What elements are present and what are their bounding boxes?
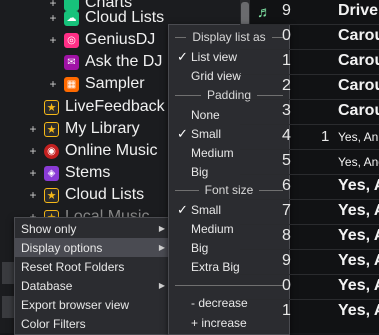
tree-item-cloud-lists-2[interactable]: + ★ Cloud Lists [28,184,144,206]
cloud-folder-icon: ☁ [64,10,79,26]
row-number: 9 [282,2,291,19]
track-title: Carou [338,77,379,94]
expand-icon[interactable]: + [48,33,58,47]
checkmark-icon: ✓ [177,125,188,141]
tree-item-label: Cloud Lists [85,9,165,26]
menu-item-label: Reset Root Folders [21,259,125,274]
track-title: Yes, An [338,130,379,144]
tree-item-geniusdj[interactable]: + ◎ GeniusDJ [48,29,155,51]
stems-icon: ◈ [44,165,59,181]
row-number: 8 [282,227,291,244]
row-number: 3 [282,102,291,119]
menu-item-display-options[interactable]: Display options ▶ [15,238,169,257]
row-number: 7 [282,202,291,219]
option-label: + increase [191,315,247,330]
row-number: 1 [282,302,291,319]
track-title: Yes, A [338,252,379,269]
track-title: Yes, A [338,202,379,219]
menu-item-label: Color Filters [21,316,86,331]
expand-icon[interactable]: + [28,144,38,158]
tree-item-label: Sampler [85,75,145,92]
row-number: 0 [282,27,291,44]
sidebar-toggle-icon[interactable] [2,296,14,318]
option-label: None [191,107,220,122]
submenu-arrow-icon: ▶ [158,224,165,233]
tree-item-label: LiveFeedback [65,98,165,115]
track-title: Yes, A [338,302,379,319]
track-title: Yes, A [338,277,379,294]
tree-item-online-music[interactable]: + ◉ Online Music [28,140,157,162]
browser-context-menu: Show only ▶ Display options ▶ Reset Root… [14,217,170,335]
option-label: Grid view [191,68,242,83]
option-label: Extra Big [191,259,240,274]
track-number: 1 [321,128,330,145]
tree-item-cloud-lists[interactable]: + ☁ Cloud Lists [48,7,164,29]
tree-item-label: Online Music [65,142,158,159]
option-label: Big [191,240,209,255]
menu-item-color-filters[interactable]: Color Filters [15,314,169,333]
track-title: Yes, A [338,227,379,244]
option-label: Medium [191,145,234,160]
tree-item-sampler[interactable]: + ▦ Sampler [48,73,145,95]
submenu-arrow-icon: ▶ [158,281,165,290]
option-label: Big [191,164,209,179]
genius-icon: ◎ [64,32,79,48]
track-title: Yes, And [338,155,379,169]
track-title: Carou [338,102,379,119]
option-label: Small [191,202,222,217]
expand-icon[interactable]: + [28,166,38,180]
menu-item-export-browser-view[interactable]: Export browser view [15,295,169,314]
menu-item-database[interactable]: Database ▶ [15,276,169,295]
track-title: Yes, A [338,177,379,194]
expand-icon[interactable]: + [28,122,38,136]
row-number: 5 [282,152,291,169]
submenu-arrow-icon: ▶ [158,243,165,252]
track-title: Carou [338,27,379,44]
tree-item-label: Stems [65,164,111,181]
track-title: Drive [338,2,379,19]
option-label: Medium [191,221,234,236]
sidebar-toggle-icon[interactable] [2,262,14,284]
tree-item-stems[interactable]: + ◈ Stems [28,162,110,184]
star-folder-icon: ★ [44,99,59,115]
expand-icon[interactable]: + [48,77,58,91]
row-number: 9 [282,252,291,269]
tree-item-label: My Library [65,120,140,137]
ask-dj-icon: ✉ [64,54,79,70]
tree-item-ask-the-dj[interactable]: + ✉ Ask the DJ [48,51,162,73]
row-number: 0 [282,277,291,294]
star-folder-icon: ★ [44,121,59,137]
row-number: 6 [282,177,291,194]
expand-icon[interactable]: + [28,188,38,202]
tree-item-label: Cloud Lists [65,186,145,203]
menu-item-label: Show only [21,221,77,236]
option-label: Small [191,126,222,141]
tree-item-label: GeniusDJ [85,31,156,48]
menu-item-label: Display options [21,240,103,255]
star-folder-icon: ★ [44,187,59,203]
tree-item-my-library[interactable]: + ★ My Library [28,118,140,140]
sampler-icon: ▦ [64,76,79,92]
row-number: 1 [282,52,291,69]
menu-item-label: Database [21,278,73,293]
track-title: Carou [338,52,379,69]
menu-item-label: Export browser view [21,297,130,312]
tree-item-livefeedback[interactable]: + ★ LiveFeedback [28,96,165,118]
menu-item-show-only[interactable]: Show only ▶ [15,219,169,238]
row-number: 4 [282,127,291,144]
checkmark-icon: ✓ [177,48,188,64]
expand-icon[interactable]: + [48,11,58,25]
row-number: 2 [282,77,291,94]
option-label: List view [191,49,238,64]
online-music-icon: ◉ [44,143,59,159]
tree-item-label: Ask the DJ [85,53,163,70]
menu-item-reset-root-folders[interactable]: Reset Root Folders [15,257,169,276]
checkmark-icon: ✓ [177,201,188,217]
